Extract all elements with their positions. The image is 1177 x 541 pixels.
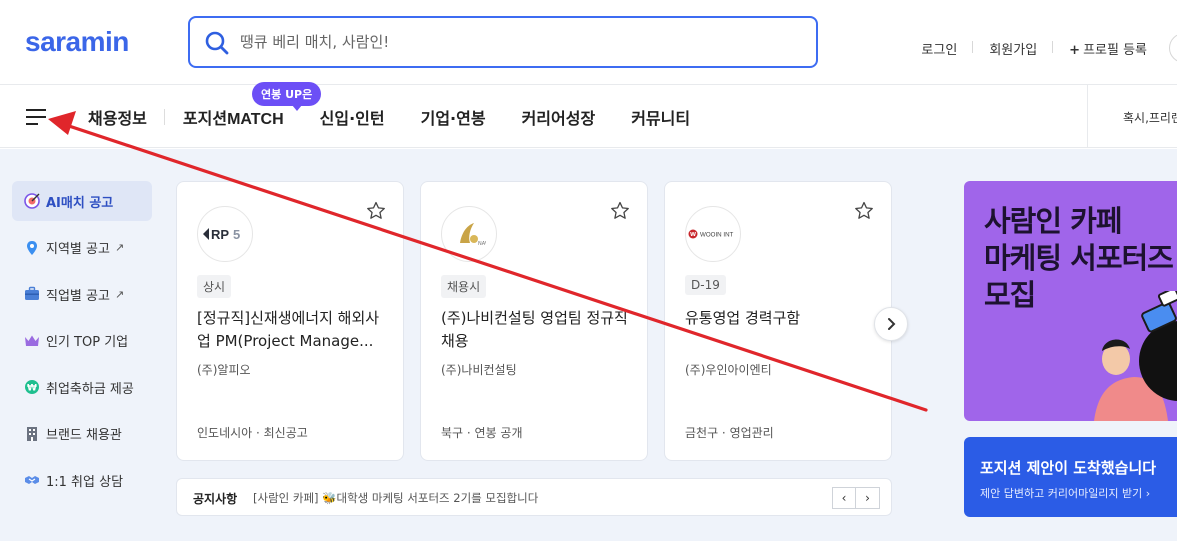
nav-item-company-salary[interactable]: 기업·연봉 [403,105,504,129]
profile-register-label: 프로필 등록 [1083,42,1147,58]
job-card[interactable]: W WOOIN INT D-19 유통영업 경력구함 (주)우인아이엔티 금천구… [664,181,892,461]
offer-title: 포지션 제안이 도착했습니다 [980,459,1157,477]
sidebar-item-ai-match[interactable]: AI매치 공고 [12,181,152,221]
saramin-logo[interactable]: saramin [25,26,129,58]
nav-item-match-label: MATCH [227,110,284,128]
sidebar-item-label: 1:1 취업 상담 [46,474,124,490]
header: saramin 로그인 회원가입 +프로필 등록 [0,0,1177,85]
sidebar-item-label: AI매치 공고 [46,195,114,211]
sidebar-item-bonus[interactable]: ₩ 취업축하금 제공 [12,367,152,407]
cafe-supporters-banner[interactable]: 사람인 카페 마케팅 서포터즈 모집 [964,181,1177,421]
rps-logo-icon: RP 5 [203,227,240,242]
building-icon [27,426,37,441]
sidebar-item-top-company[interactable]: 인기 TOP 기업 [12,321,152,361]
job-meta: 인도네시아 · 최신공고 [197,426,308,440]
briefcase-icon [25,286,39,300]
job-card[interactable]: NAVI 채용시 (주)나비컨설팅 영업팀 정규직 채용 (주)나비컨설팅 북구… [420,181,648,461]
job-card[interactable]: RP 5 상시 [정규직]신재생에너지 해외사업 PM(Project Mana… [176,181,404,461]
job-title[interactable]: [정규직]신재생에너지 해외사업 PM(Project Manage... [197,307,392,353]
deadline-tag: 채용시 [441,275,487,298]
notice-link[interactable]: [사람인 카페] 🐝대학생 마케팅 서포터즈 2기를 모집합니다 [253,490,538,506]
company-name[interactable]: (주)알피오 [197,361,251,378]
company-name[interactable]: (주)나비컨설팅 [441,361,517,378]
star-bookmark-icon[interactable] [853,200,875,222]
company-logo: NAVI [441,206,497,262]
crown-icon [25,335,39,346]
sidebar-item-label: 지역별 공고 [46,242,110,257]
profile-register-link[interactable]: + 프로필 등록 [1053,39,1163,58]
top-links: 로그인 회원가입 + 프로필 등록 [905,33,1177,63]
search-icon[interactable] [204,30,230,56]
deadline-tag: 상시 [197,275,232,298]
chevron-right-icon [888,318,896,330]
search-input[interactable] [240,28,800,56]
company-logo: W WOOIN INT [685,206,741,262]
nav-item-position-match[interactable]: 포지션MATCH [165,105,302,129]
offer-subtitle: 제안 답변하고 커리어마일리지 받기 › [980,487,1151,500]
job-title[interactable]: 유통영업 경력구함 [685,307,880,330]
main-nav: 연봉 UP은 채용정보 포지션MATCH 신입·인턴 기업·연봉 커리어성장 커… [0,82,1177,148]
nav-item-community[interactable]: 커뮤니티 [613,105,708,129]
svg-text:5: 5 [233,227,240,242]
svg-text:NAVI: NAVI [478,241,486,247]
job-meta: 북구 · 연봉 공개 [441,426,523,440]
won-coin-icon: ₩ [25,380,39,394]
star-bookmark-icon[interactable] [365,200,387,222]
sidebar-item-consult[interactable]: 1:1 취업 상담 [12,460,152,500]
sidebar-item-job[interactable]: 직업별 공고 ↗ [12,274,152,314]
notice-next-button[interactable]: › [856,487,880,509]
svg-text:RP: RP [211,227,229,242]
target-icon [24,193,40,209]
search-box[interactable] [188,16,818,68]
position-offer-banner[interactable]: 포지션 제안이 도착했습니다 제안 답변하고 커리어마일리지 받기 › [964,437,1177,517]
sidebar-item-label: 취업축하금 제공 [46,381,134,397]
sidebar: AI매치 공고 지역별 공고 ↗ 직업별 공고 ↗ 인기 TOP 기업 ₩ 취업축하… [12,181,152,507]
svg-text:₩: ₩ [27,384,37,394]
navi-logo-icon: NAVI [460,223,486,247]
sidebar-item-region[interactable]: 지역별 공고 ↗ [12,228,152,268]
nav-item-jobs[interactable]: 채용정보 [70,105,165,129]
notice-pager: ‹ › [832,487,880,509]
sidebar-item-label: 브랜드 채용관 [46,428,122,443]
external-link-icon: ↗ [114,241,125,254]
job-title[interactable]: (주)나비컨설팅 영업팀 정규직 채용 [441,307,636,353]
carousel-next-button[interactable] [874,307,908,341]
sidebar-item-brand[interactable]: 브랜드 채용관 [12,414,152,454]
handshake-icon [25,476,39,484]
main-area: AI매치 공고 지역별 공고 ↗ 직업별 공고 ↗ 인기 TOP 기업 ₩ 취업축하… [0,149,1177,541]
deadline-tag: D-19 [685,275,726,295]
location-pin-icon [27,240,37,255]
signup-link[interactable]: 회원가입 [973,39,1054,58]
sidebar-item-label: 인기 TOP 기업 [46,335,129,350]
wooin-logo-icon: W WOOIN INT [688,229,734,239]
company-name[interactable]: (주)우인아이엔티 [685,361,772,378]
company-logo: RP 5 [197,206,253,262]
login-link[interactable]: 로그인 [905,39,974,58]
nav-item-career[interactable]: 커리어성장 [504,105,614,129]
nav-item-intern[interactable]: 신입·인턴 [302,105,403,129]
notice-label: 공지사항 [193,492,238,506]
character-illustration [1094,291,1177,421]
more-round-button[interactable] [1169,33,1177,63]
nav-items: 채용정보 포지션MATCH 신입·인턴 기업·연봉 커리어성장 커뮤니티 [70,85,708,148]
external-link-icon: ↗ [114,287,125,301]
notice-prev-button[interactable]: ‹ [832,487,856,509]
svg-text:W: W [690,232,696,238]
plus-icon: + [1069,42,1081,58]
svg-text:WOOIN INT: WOOIN INT [700,232,734,239]
sidebar-item-label: 직업별 공고 [46,288,110,304]
freelancer-promo-link[interactable]: 혹시,프리랜 [1087,85,1177,148]
nav-item-position-label: 포지션 [182,108,228,128]
notice-bar: 공지사항 [사람인 카페] 🐝대학생 마케팅 서포터즈 2기를 모집합니다 ‹ … [176,478,892,516]
hamburger-menu-icon[interactable] [26,109,46,125]
star-bookmark-icon[interactable] [609,200,631,222]
job-meta: 금천구 · 영업관리 [685,426,774,440]
